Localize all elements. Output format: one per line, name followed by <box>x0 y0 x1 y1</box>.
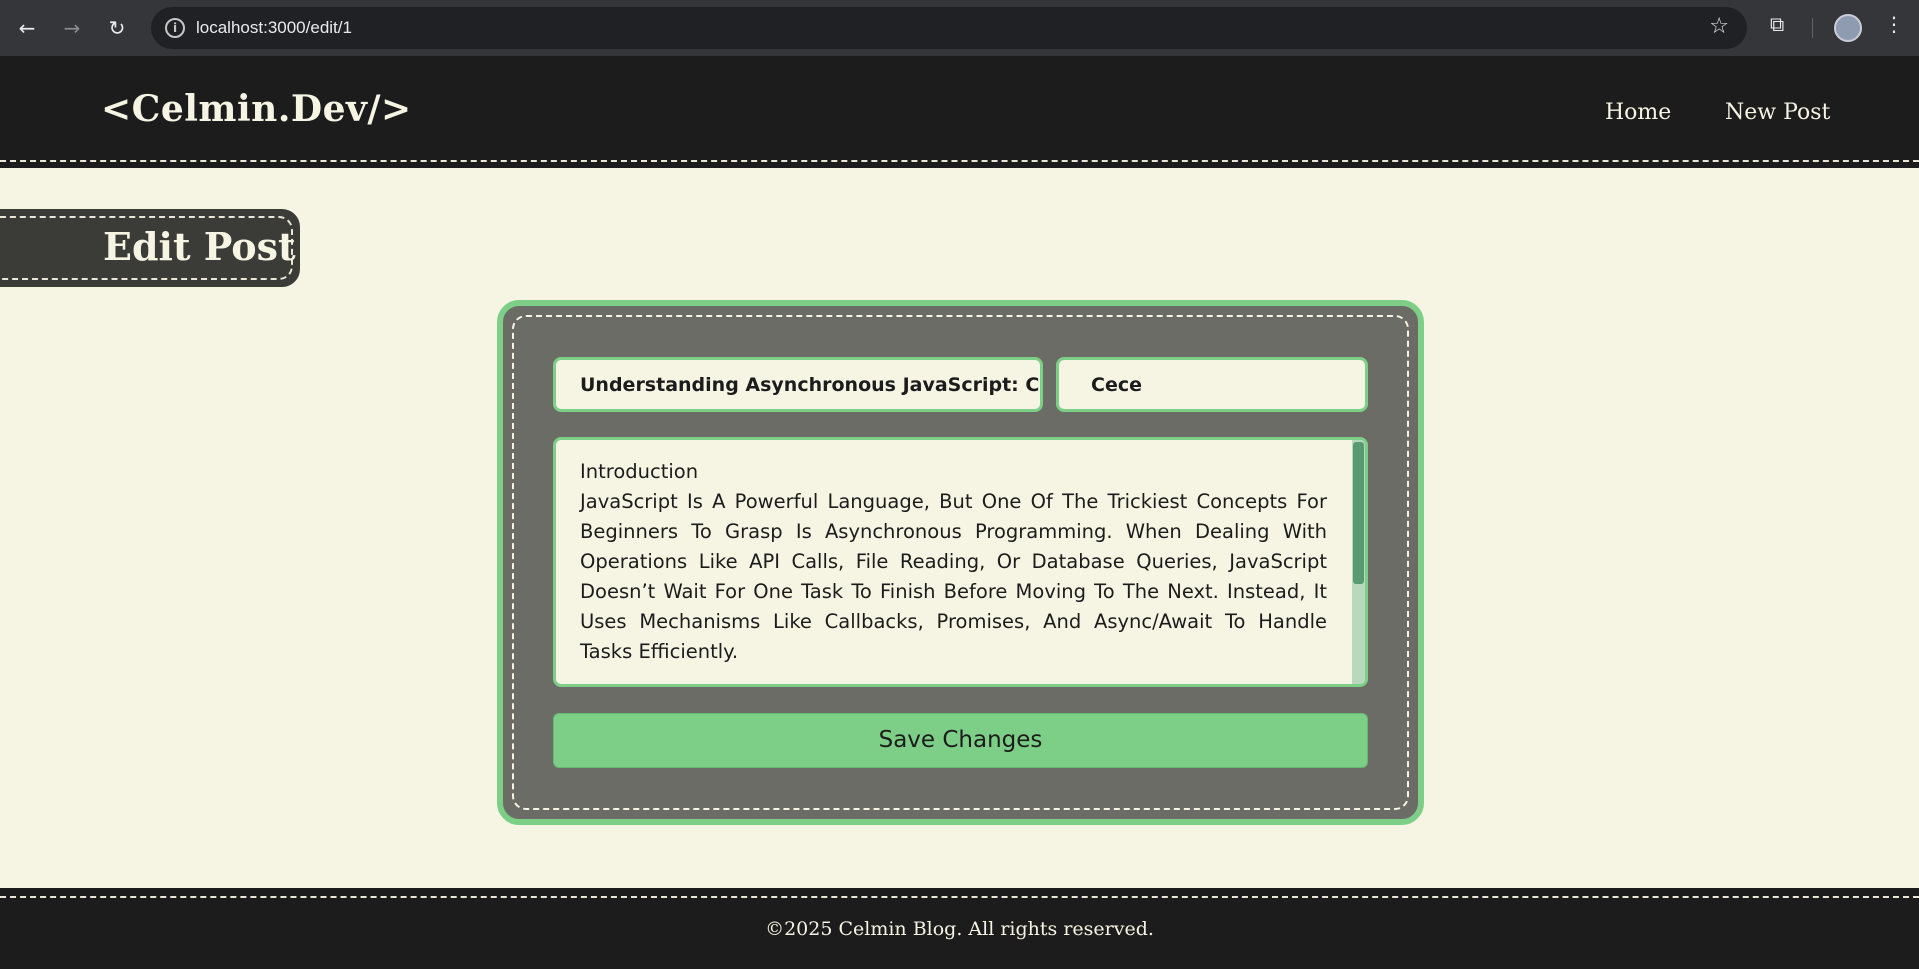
nav-new-post-link[interactable]: New Post <box>1725 100 1830 125</box>
address-bar[interactable]: i localhost:3000/edit/1 ☆ <box>151 7 1747 49</box>
avatar[interactable] <box>1834 14 1862 42</box>
content-heading: Introduction <box>580 460 699 483</box>
kebab-menu-icon[interactable]: ⋮ <box>1884 12 1904 36</box>
page-title-banner: Edit Post <box>0 209 300 287</box>
footer-dashed-divider <box>0 896 1919 898</box>
toolbar-divider <box>1812 18 1813 38</box>
textarea-scrollbar[interactable] <box>1352 440 1365 684</box>
site-logo[interactable]: <Celmin.Dev/> <box>101 88 412 130</box>
forward-icon[interactable]: → <box>56 12 88 44</box>
puzzle-icon[interactable]: ⧉ <box>1770 12 1784 36</box>
back-icon[interactable]: ← <box>11 12 43 44</box>
post-content-textarea[interactable]: Introduction JavaScript Is A Powerful La… <box>553 437 1368 687</box>
nav-home-link[interactable]: Home <box>1605 100 1671 125</box>
page-title: Edit Post <box>103 224 296 269</box>
url-text[interactable]: localhost:3000/edit/1 <box>196 18 352 38</box>
save-changes-button[interactable]: Save Changes <box>553 713 1368 768</box>
site-footer: ©2025 Celmin Blog. All rights reserved. <box>0 888 1919 969</box>
scrollbar-thumb[interactable] <box>1353 442 1364 584</box>
footer-copyright: ©2025 Celmin Blog. All rights reserved. <box>765 918 1154 940</box>
post-title-input[interactable]: Understanding Asynchronous JavaScript: C… <box>553 357 1043 412</box>
content-body: JavaScript Is A Powerful Language, But O… <box>580 490 1327 663</box>
reload-icon[interactable]: ↻ <box>101 12 133 44</box>
browser-toolbar: ← → ↻ i localhost:3000/edit/1 ☆ ⧉ ⋮ <box>0 0 1919 56</box>
star-icon[interactable]: ☆ <box>1709 14 1729 39</box>
post-author-input[interactable]: Cece <box>1056 357 1368 412</box>
info-icon[interactable]: i <box>165 18 185 38</box>
header-dashed-divider <box>0 160 1919 162</box>
site-header: <Celmin.Dev/> Home New Post <box>0 56 1919 168</box>
